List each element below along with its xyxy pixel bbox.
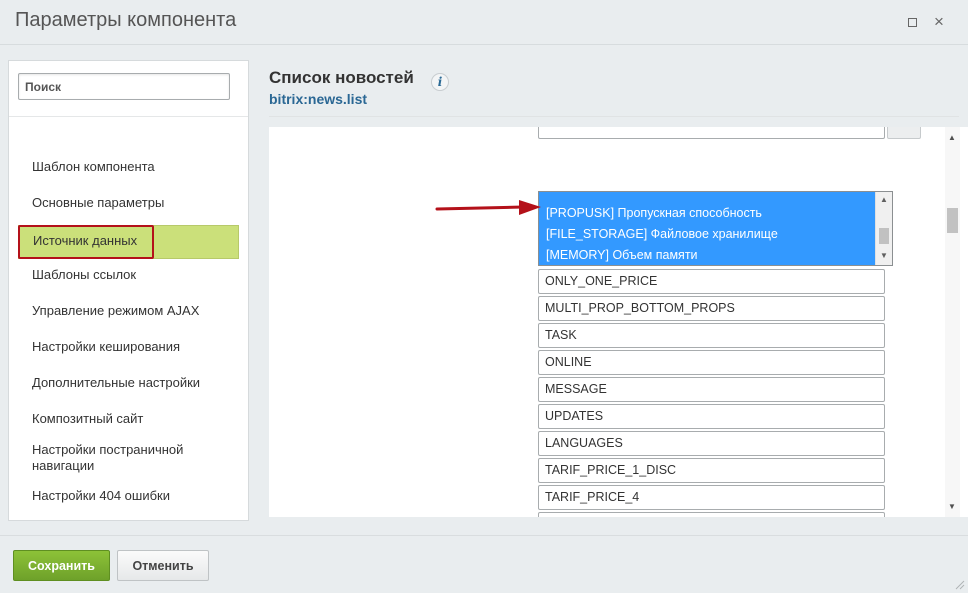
property-field[interactable]: LANGUAGES (538, 431, 885, 456)
page-scrollbar[interactable]: ▲ ▼ (945, 127, 960, 517)
property-field[interactable]: TARIF_PRICE_4 (538, 485, 885, 510)
scroll-down-icon[interactable]: ▼ (948, 502, 956, 511)
scrollbar-thumb[interactable] (947, 208, 958, 233)
sidebar-item-label: Настройки постраничной навигации (32, 442, 184, 473)
multiselect-option[interactable] (539, 192, 875, 203)
sidebar-item-pagination[interactable]: Настройки постраничной навигации (18, 442, 198, 474)
sidebar-item-label: Дополнительные настройки (32, 375, 201, 390)
red-arrow-icon (435, 200, 541, 215)
property-field[interactable]: TARIF_PRICE_1_DISC (538, 458, 885, 483)
multiselect-options: [PROPUSK] Пропускная способность [FILE_S… (539, 192, 875, 265)
sidebar-item-label: Шаблон компонента (32, 159, 155, 174)
scroll-up-icon[interactable]: ▲ (880, 195, 888, 204)
multiselect-option[interactable]: [MEMORY] Объем памяти (539, 245, 875, 265)
sidebar-item-template[interactable]: Шаблон компонента (18, 159, 239, 175)
window-titlebar: Параметры компонента × (0, 0, 968, 45)
scroll-up-icon[interactable]: ▲ (948, 133, 956, 142)
search-input[interactable] (18, 73, 230, 100)
property-field[interactable]: MULTI_PROP_BOTTOM_PROPS (538, 296, 885, 321)
sidebar-item-ajax[interactable]: Управление режимом AJAX (18, 303, 239, 319)
property-field[interactable]: TASK (538, 323, 885, 348)
property-field[interactable] (538, 512, 885, 517)
sidebar: Шаблон компонента Основные параметры Ист… (8, 60, 249, 521)
field-button[interactable] (887, 127, 921, 139)
text-field[interactable] (538, 127, 885, 139)
property-field[interactable]: ONLINE (538, 350, 885, 375)
sidebar-item-url-templates[interactable]: Шаблоны ссылок (18, 267, 239, 283)
scrollbar-thumb[interactable] (879, 228, 889, 244)
sidebar-item-composite[interactable]: Композитный сайт (18, 411, 239, 427)
component-code: bitrix:news.list (269, 91, 368, 107)
scroll-down-icon[interactable]: ▼ (880, 251, 888, 260)
sidebar-divider (9, 116, 248, 117)
info-icon[interactable]: i (431, 73, 449, 91)
sidebar-item-label: Основные параметры (32, 195, 165, 210)
dialog-footer: Сохранить Отменить (0, 535, 968, 593)
header-divider (269, 116, 959, 117)
close-icon[interactable]: × (931, 13, 947, 30)
save-button[interactable]: Сохранить (13, 550, 110, 581)
property-field[interactable]: ONLY_ONE_PRICE (538, 269, 885, 294)
main-panel: Список новостей i bitrix:news.list [PROP… (269, 45, 968, 535)
multiselect-scrollbar[interactable]: ▲ ▼ (875, 192, 892, 265)
sidebar-item-label: Настройки 404 ошибки (32, 488, 170, 503)
sidebar-item-cache[interactable]: Настройки кеширования (18, 339, 239, 355)
dialog-body: Шаблон компонента Основные параметры Ист… (0, 45, 968, 535)
window-title: Параметры компонента (15, 9, 237, 31)
sidebar-item-label: Источник данных (33, 233, 138, 248)
resize-grip-icon[interactable] (953, 578, 965, 590)
property-field[interactable]: MESSAGE (538, 377, 885, 402)
sidebar-item-label: Композитный сайт (32, 411, 144, 426)
multiselect-option[interactable]: [FILE_STORAGE] Файловое хранилище (539, 224, 875, 245)
properties-multiselect[interactable]: [PROPUSK] Пропускная способность [FILE_S… (538, 191, 893, 266)
sidebar-item-404[interactable]: Настройки 404 ошибки (18, 488, 239, 504)
multiselect-option[interactable]: [PROPUSK] Пропускная способность (539, 203, 875, 224)
component-title: Список новостей (269, 68, 414, 87)
maximize-icon[interactable] (904, 14, 920, 30)
property-field[interactable]: UPDATES (538, 404, 885, 429)
sidebar-item-data-source[interactable]: Источник данных (18, 225, 239, 259)
sidebar-item-label: Настройки кеширования (32, 339, 181, 354)
sidebar-item-main-params[interactable]: Основные параметры (18, 195, 239, 211)
sidebar-item-label: Управление режимом AJAX (32, 303, 200, 318)
params-scroll-area: [PROPUSK] Пропускная способность [FILE_S… (269, 127, 968, 517)
sidebar-item-label: Шаблоны ссылок (32, 267, 137, 282)
sidebar-item-additional[interactable]: Дополнительные настройки (18, 375, 239, 391)
cancel-button[interactable]: Отменить (117, 550, 209, 581)
